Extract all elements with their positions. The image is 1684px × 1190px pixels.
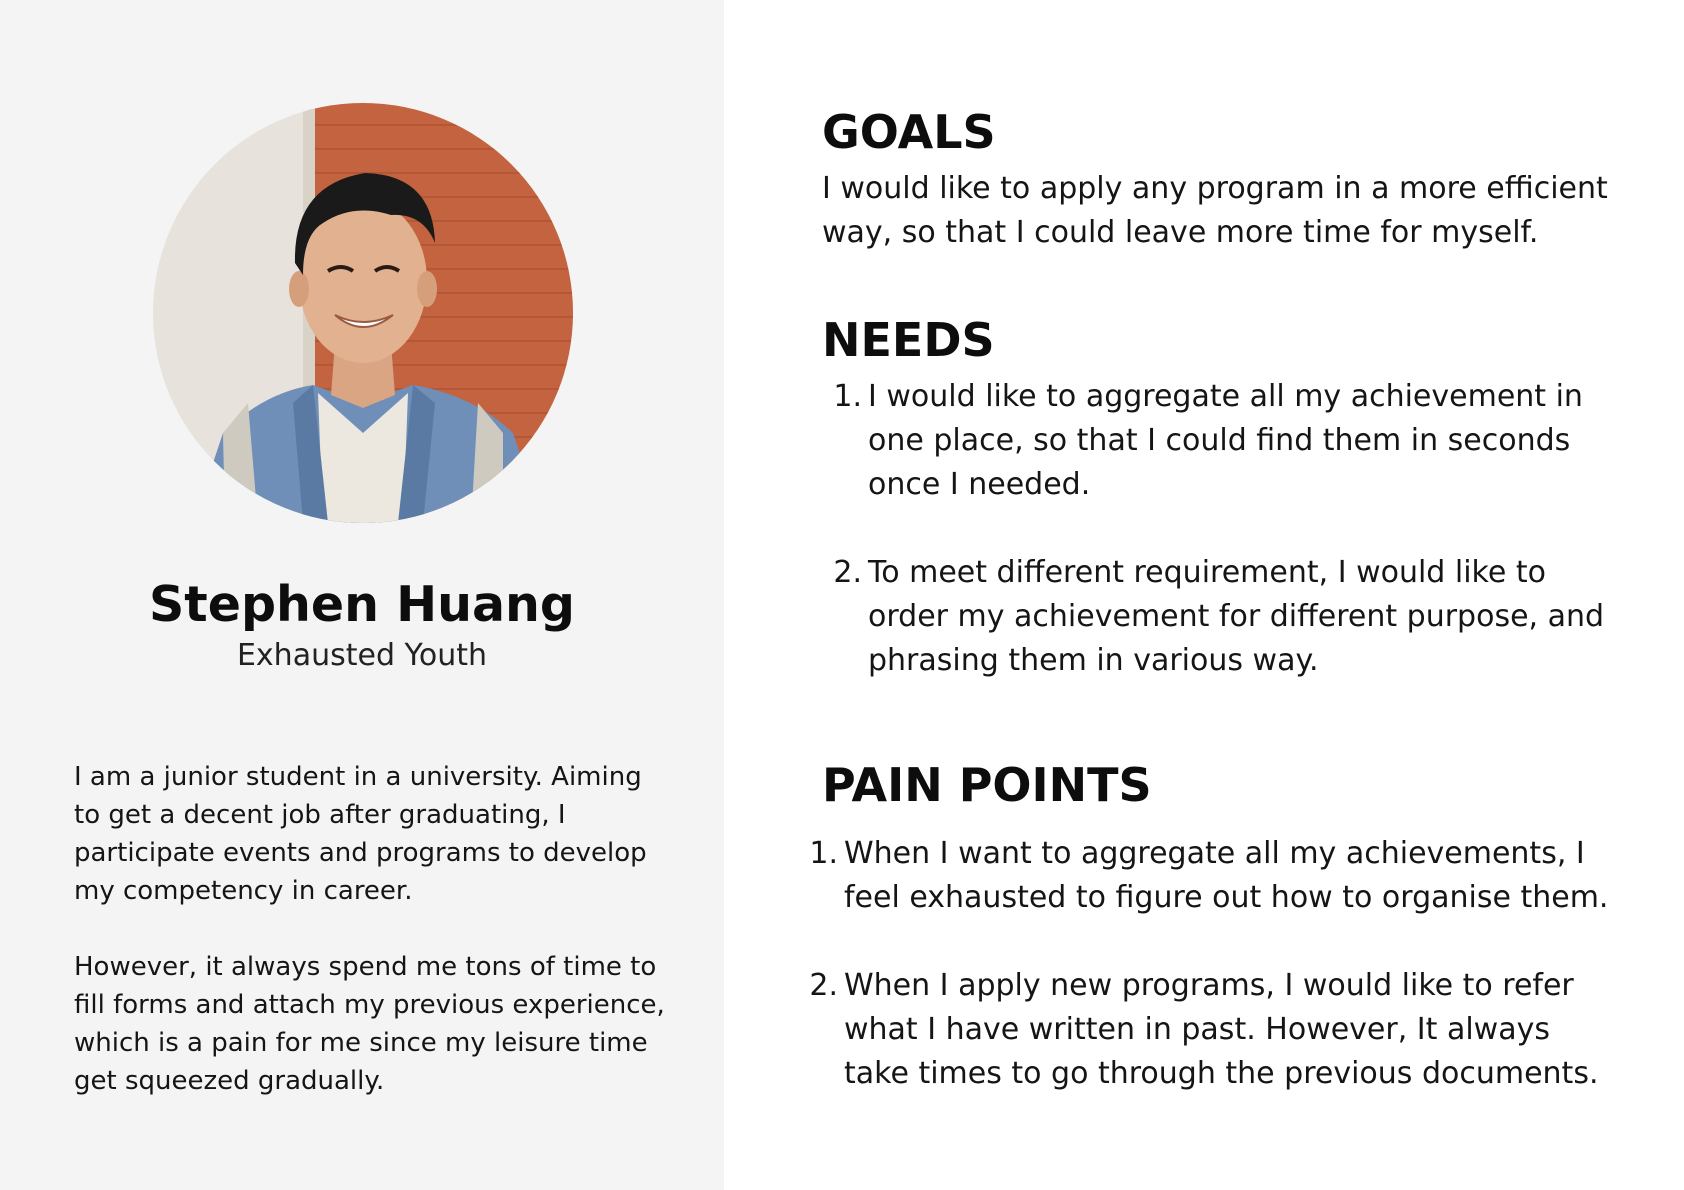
list-item-text: I would like to aggregate all my achieve… bbox=[868, 379, 1583, 502]
persona-page: Stephen Huang Exhausted Youth I am a jun… bbox=[0, 0, 1684, 1190]
list-number: 1. bbox=[833, 379, 862, 414]
persona-photo bbox=[153, 103, 573, 523]
needs-heading: NEEDS bbox=[822, 313, 995, 367]
list-item-text: When I apply new programs, I would like … bbox=[844, 968, 1599, 1091]
persona-profile-panel: Stephen Huang Exhausted Youth I am a jun… bbox=[0, 0, 724, 1190]
pain-points-heading: PAIN POINTS bbox=[822, 758, 1152, 812]
persona-bio: I am a junior student in a university. A… bbox=[74, 758, 674, 1138]
pain-points-list: 1. When I want to aggregate all my achie… bbox=[798, 832, 1622, 1140]
needs-list: 1. I would like to aggregate all my achi… bbox=[822, 375, 1622, 727]
list-item: 2. To meet different requirement, I woul… bbox=[822, 551, 1622, 683]
list-item: 2. When I apply new programs, I would li… bbox=[798, 964, 1622, 1096]
list-item-text: When I want to aggregate all my achievem… bbox=[844, 836, 1609, 915]
bio-paragraph: I am a junior student in a university. A… bbox=[74, 762, 647, 906]
goals-text: I would like to apply any program in a m… bbox=[822, 171, 1608, 250]
goals-heading: GOALS bbox=[822, 105, 996, 159]
list-item: 1. I would like to aggregate all my achi… bbox=[822, 375, 1622, 507]
list-item: 1. When I want to aggregate all my achie… bbox=[798, 832, 1622, 920]
list-number: 2. bbox=[809, 968, 838, 1003]
list-number: 1. bbox=[809, 836, 838, 871]
bio-paragraph: However, it always spend me tons of time… bbox=[74, 952, 665, 1096]
persona-name: Stephen Huang bbox=[149, 576, 575, 633]
list-number: 2. bbox=[833, 555, 862, 590]
persona-role: Exhausted Youth bbox=[236, 638, 488, 673]
list-item-text: To meet different requirement, I would l… bbox=[868, 555, 1605, 678]
avatar bbox=[153, 103, 573, 523]
